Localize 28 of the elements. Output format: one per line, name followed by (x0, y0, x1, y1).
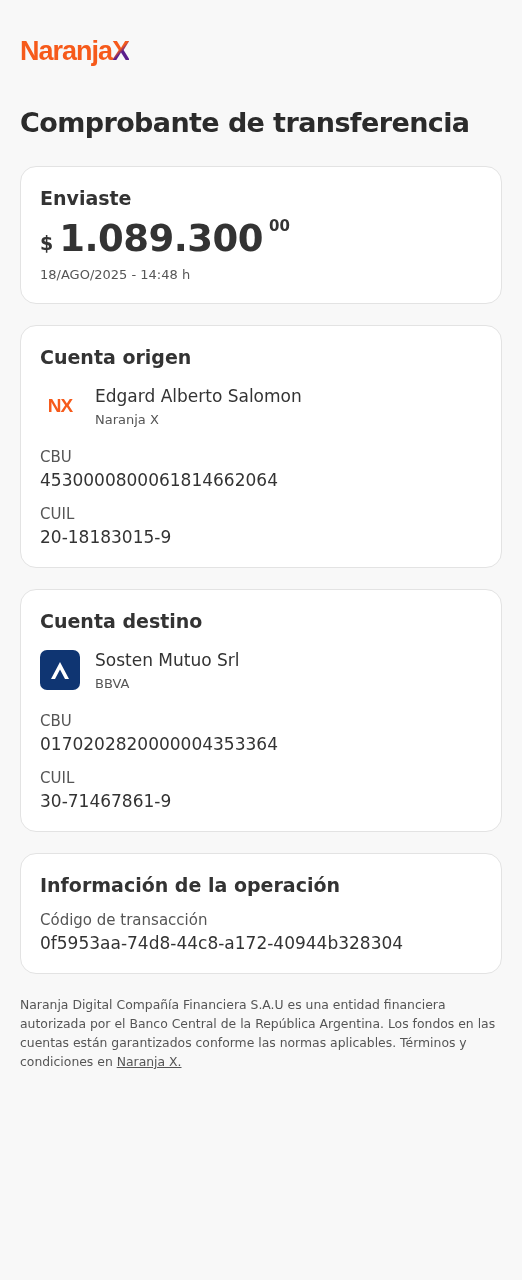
field-label: CUIL (40, 769, 75, 787)
page-title: Comprobante de transferencia (20, 107, 471, 138)
section-title: Cuenta origen (40, 346, 192, 368)
section-title: Información de la operación (40, 874, 340, 896)
section-title: Enviaste (40, 187, 132, 209)
bank-logo: NX (46, 394, 74, 418)
field-label: CUIL (40, 505, 75, 523)
currency-symbol: $ (40, 232, 54, 254)
amount-value: 1.089.300 (59, 216, 264, 262)
bank-name: Naranja X (95, 412, 160, 427)
bank-name: BBVA (95, 676, 131, 691)
amount-cents: 00 (269, 217, 290, 235)
field-value: 0f5953aa-74d8-44c8-a172-40944b328304 (40, 933, 405, 953)
terms-link[interactable]: Naranja X. (116, 1054, 182, 1069)
field-label: Código de transacción (40, 911, 208, 929)
field-label: CBU (40, 712, 72, 730)
brand-logo: NaranjaX (20, 36, 130, 67)
legal-text: Naranja Digital Compañía Financiera S.A.U es una entidad financiera autorizada por el Banco Central de la República Argentina. Los fondos en las cuentas están garantizados conforme las normas aplicables. Términos y condiciones en Naranja X. (20, 996, 497, 1071)
section-title: Cuenta destino (40, 610, 203, 632)
field-label: CBU (40, 448, 72, 466)
account-holder: Sosten Mutuo Srl (95, 649, 240, 672)
field-value: 30-71467861-9 (40, 791, 173, 811)
chevron-icon (40, 650, 80, 690)
account-holder: Edgard Alberto Salomon (95, 385, 302, 408)
field-value: 0170202820000004353364 (40, 734, 279, 754)
field-value: 4530000800061814662064 (40, 470, 279, 490)
field-value: 20-18183015-9 (40, 527, 173, 547)
date-time: 18/AGO/2025 - 14:48 h (40, 267, 191, 282)
